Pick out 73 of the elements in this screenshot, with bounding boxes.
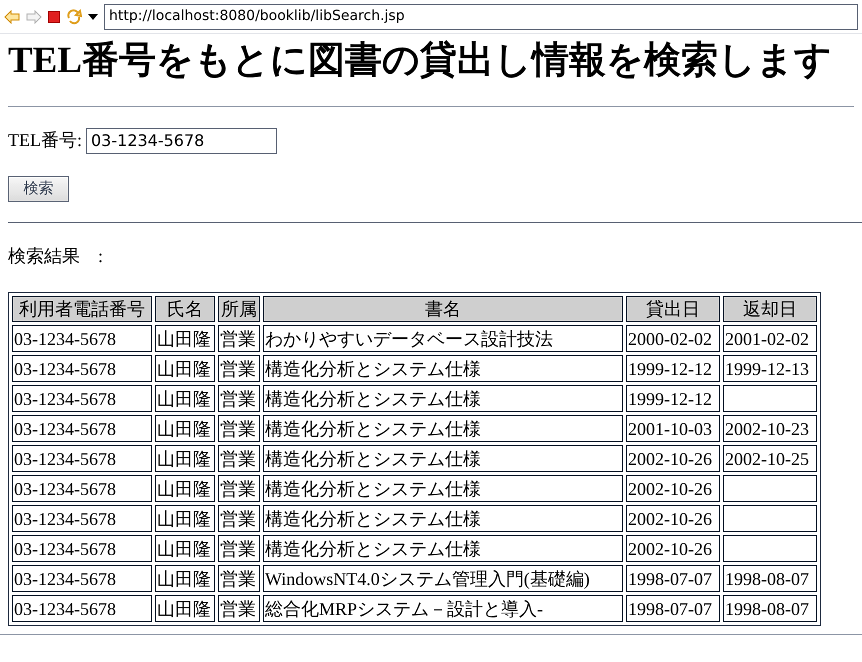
column-header: 利用者電話番号 (12, 296, 152, 322)
refresh-icon[interactable] (66, 8, 82, 24)
tel-input[interactable]: 03-1234-5678 (86, 128, 277, 154)
table-cell: 営業 (218, 355, 260, 382)
forward-icon[interactable] (26, 10, 42, 24)
table-cell: 1998-07-07 (626, 595, 720, 622)
column-header: 返却日 (723, 296, 817, 322)
table-cell: 山田隆 (155, 475, 215, 502)
table-cell: 2002-10-26 (626, 445, 720, 472)
table-cell: 2001-10-03 (626, 415, 720, 442)
table-cell: 構造化分析とシステム仕様 (263, 475, 623, 502)
table-cell: 営業 (218, 595, 260, 622)
table-cell: 2000-02-02 (626, 325, 720, 352)
table-cell: 1999-12-13 (723, 355, 817, 382)
table-cell: 03-1234-5678 (12, 415, 152, 442)
table-cell: 03-1234-5678 (12, 385, 152, 412)
table-cell: 営業 (218, 565, 260, 592)
table-cell: 営業 (218, 385, 260, 412)
search-button[interactable]: 検索 (8, 176, 69, 202)
table-cell: 構造化分析とシステム仕様 (263, 505, 623, 532)
table-cell: 1998-08-07 (723, 565, 817, 592)
table-cell: 03-1234-5678 (12, 595, 152, 622)
table-cell: 営業 (218, 475, 260, 502)
table-cell: 03-1234-5678 (12, 505, 152, 532)
table-cell: わかりやすいデータベース設計技法 (263, 325, 623, 352)
table-cell: 03-1234-5678 (12, 445, 152, 472)
table-cell: 03-1234-5678 (12, 325, 152, 352)
table-cell: 構造化分析とシステム仕様 (263, 535, 623, 562)
stop-icon[interactable] (48, 10, 60, 22)
table-cell: 営業 (218, 505, 260, 532)
table-cell: 山田隆 (155, 445, 215, 472)
table-cell: 山田隆 (155, 415, 215, 442)
table-cell: 総合化MRPシステム－設計と導入- (263, 595, 623, 622)
tel-label: TEL番号: (8, 129, 82, 152)
table-cell: 1998-07-07 (626, 565, 720, 592)
table-cell: 営業 (218, 535, 260, 562)
table-cell: 山田隆 (155, 565, 215, 592)
table-cell: 2002-10-23 (723, 415, 817, 442)
table-cell: 構造化分析とシステム仕様 (263, 445, 623, 472)
table-cell: 2002-10-26 (626, 535, 720, 562)
column-header: 所属 (218, 296, 260, 322)
table-cell: WindowsNT4.0システム管理入門(基礎編) (263, 565, 623, 592)
table-cell: 1998-08-07 (723, 595, 817, 622)
table-cell: 山田隆 (155, 325, 215, 352)
table-cell: 山田隆 (155, 595, 215, 622)
table-cell: 山田隆 (155, 385, 215, 412)
table-cell: 03-1234-5678 (12, 535, 152, 562)
table-cell: 構造化分析とシステム仕様 (263, 355, 623, 382)
column-header: 書名 (263, 296, 623, 322)
table-cell: 山田隆 (155, 505, 215, 532)
table-cell: 構造化分析とシステム仕様 (263, 415, 623, 442)
table-cell: 2002-10-26 (626, 505, 720, 532)
table-cell: 2002-10-25 (723, 445, 817, 472)
table-cell: 1999-12-12 (626, 355, 720, 382)
dropdown-icon[interactable] (88, 14, 98, 20)
column-header: 貸出日 (626, 296, 720, 322)
result-label: 検索結果 : (8, 245, 104, 268)
table-cell: 2002-10-26 (626, 475, 720, 502)
table-cell: 2001-02-02 (723, 325, 817, 352)
table-cell: 山田隆 (155, 535, 215, 562)
table-cell: 03-1234-5678 (12, 565, 152, 592)
address-field[interactable]: http://localhost:8080/booklib/libSearch.jsp (104, 4, 858, 30)
table-cell: 1999-12-12 (626, 385, 720, 412)
table-cell: 営業 (218, 415, 260, 442)
back-icon[interactable] (4, 10, 20, 24)
table-cell: 営業 (218, 325, 260, 352)
table-cell: 山田隆 (155, 355, 215, 382)
table-cell: 03-1234-5678 (12, 355, 152, 382)
table-cell: 営業 (218, 445, 260, 472)
column-header: 氏名 (155, 296, 215, 322)
page-heading: TEL番号をもとに図書の貸出し情報を検索します (8, 39, 832, 83)
table-cell: 構造化分析とシステム仕様 (263, 385, 623, 412)
table-cell: 03-1234-5678 (12, 475, 152, 502)
